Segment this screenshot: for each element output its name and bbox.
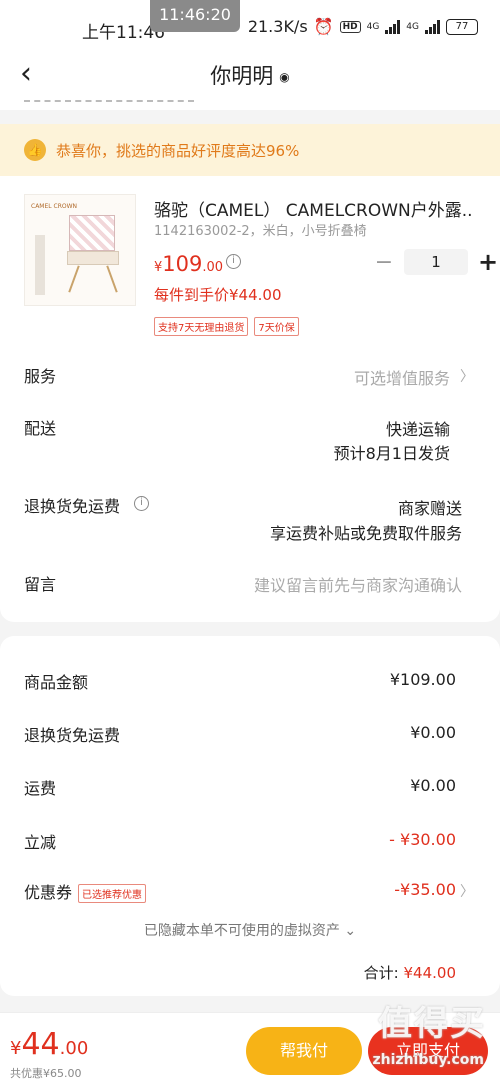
quantity-stepper[interactable]: − 1 + xyxy=(372,248,500,276)
quantity-value[interactable]: 1 xyxy=(404,249,468,275)
return-fee-value: ¥0.00 xyxy=(410,723,456,742)
tag-price-protect: 7天价保 xyxy=(254,317,299,336)
hidden-assets-note[interactable]: 已隐藏本单不可使用的虚拟资产 ⌄ xyxy=(0,920,500,940)
checkout-decimal: .00 xyxy=(59,1038,89,1059)
net-speed: 21.3K/s xyxy=(247,17,308,36)
thumbs-up-icon: 👍 xyxy=(24,139,46,161)
signal-icon xyxy=(385,19,401,34)
order-total: 合计: ¥44.00 xyxy=(364,962,456,983)
message-label: 留言 xyxy=(24,575,57,594)
coupon-label: 优惠券 xyxy=(24,883,73,902)
checkout-integer: 44 xyxy=(21,1027,60,1062)
watermark-logo: 值得买 xyxy=(378,1004,486,1044)
chevron-right-icon[interactable]: 〉 xyxy=(460,366,474,386)
order-card: CAMEL CROWN xyxy=(0,176,500,622)
price-integer: 109 xyxy=(162,252,203,276)
coupon-chevron-icon[interactable]: 〉 xyxy=(460,881,474,901)
recipient-name: 你明明 xyxy=(210,64,274,88)
return-free-label: 退换货免运费 xyxy=(24,497,121,516)
clock-pill: 11:46:20 xyxy=(150,0,240,32)
product-sku[interactable]: 1142163002-2，米白，小号折叠椅 xyxy=(154,220,367,239)
banner-text: 恭喜你，挑选的商品好评度高达96% xyxy=(56,141,300,160)
hand-price: 每件到手价¥44.00 xyxy=(154,286,282,304)
net-label-1: 4G xyxy=(366,21,380,32)
total-saving: 共优惠¥65.00 xyxy=(10,1067,82,1080)
coupon-value[interactable]: -¥35.00 xyxy=(394,880,456,899)
location-pin-icon: ◉ xyxy=(279,70,290,84)
delivery-date: 预计8月1日发货 xyxy=(333,444,450,463)
checkout-total: ¥44.00 xyxy=(10,1027,88,1062)
alarm-icon: ⏰ xyxy=(313,17,334,36)
product-image-brand: CAMEL CROWN xyxy=(31,203,78,210)
total-value: ¥44.00 xyxy=(403,964,457,982)
hd-icon: HD xyxy=(339,20,361,33)
page-title[interactable]: 你明明 ◉ xyxy=(0,60,500,90)
product-tags: 支持7天无理由退货 7天价保 xyxy=(154,317,299,336)
status-right: 21.3K/s ⏰ HD 4G 4G 77 xyxy=(248,17,478,36)
signal-icon-2 xyxy=(425,19,440,34)
status-bar: 上午11:46 11:46:20 21.3K/s ⏰ HD 4G 4G 77 xyxy=(0,0,500,52)
price-info-icon[interactable]: i xyxy=(226,254,241,269)
return-info-icon[interactable]: i xyxy=(134,496,149,511)
service-label: 服务 xyxy=(24,367,57,386)
discount-label: 立减 xyxy=(24,833,57,852)
shipping-value: ¥0.00 xyxy=(410,776,456,795)
total-label: 合计: xyxy=(363,964,399,982)
product-image[interactable]: CAMEL CROWN xyxy=(24,194,136,306)
chevron-down-icon: ⌄ xyxy=(339,923,357,939)
price-decimal: .00 xyxy=(202,260,224,275)
nav-bar: ‹ 你明明 ◉ xyxy=(0,52,500,96)
shipping-label: 运费 xyxy=(24,779,57,798)
plus-button[interactable]: + xyxy=(476,248,500,276)
delivery-method[interactable]: 快递运输 xyxy=(386,416,450,440)
help-pay-button[interactable]: 帮我付 xyxy=(246,1027,362,1075)
return-fee-label: 退换货免运费 xyxy=(24,726,121,745)
battery-icon: 77 xyxy=(446,18,478,35)
watermark-url: zhizhibuy.com xyxy=(372,1052,484,1068)
service-value[interactable]: 可选增值服务 xyxy=(354,365,450,389)
hidden-assets-text: 已隐藏本单不可使用的虚拟资产 xyxy=(143,923,340,939)
rating-banner: 👍 恭喜你，挑选的商品好评度高达96% xyxy=(0,124,500,176)
goods-amount-label: 商品金额 xyxy=(24,673,89,692)
return-free-value: 商家赠送 xyxy=(397,499,462,518)
discount-value: - ¥30.00 xyxy=(389,830,456,849)
product-title[interactable]: 骆驼（CAMEL） CAMELCROWN户外露... xyxy=(154,196,474,221)
address-cut-line xyxy=(0,96,500,110)
product-price: ¥109.00 xyxy=(154,252,223,276)
goods-amount-value: ¥109.00 xyxy=(389,670,456,689)
tag-no-reason-return: 支持7天无理由退货 xyxy=(154,317,249,336)
checkout-symbol: ¥ xyxy=(10,1038,22,1059)
return-free-desc: 享运费补贴或免费取件服务 xyxy=(269,524,462,543)
coupon-row[interactable]: 优惠券 已选推荐优惠 xyxy=(24,879,147,903)
message-input[interactable]: 建议留言前先与商家沟通确认 xyxy=(254,572,462,596)
coupon-recommended-tag: 已选推荐优惠 xyxy=(78,884,147,903)
net-label-2: 4G xyxy=(406,21,419,32)
minus-button[interactable]: − xyxy=(372,250,396,275)
delivery-label: 配送 xyxy=(24,419,57,438)
